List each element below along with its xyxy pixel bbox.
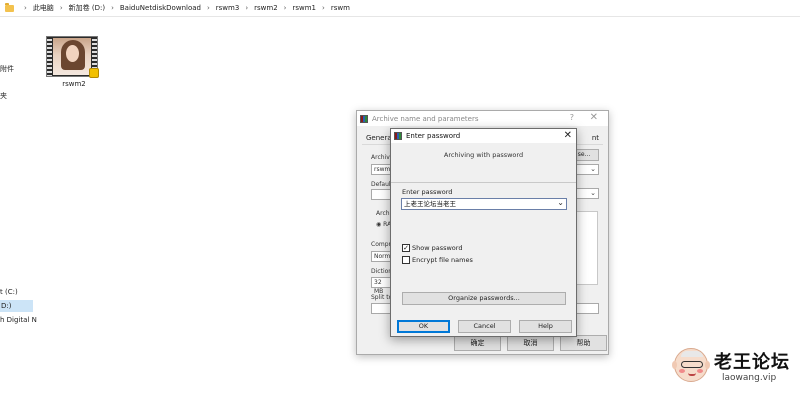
nav-item-drive-c[interactable]: t (C:) xyxy=(0,288,18,296)
folder-icon xyxy=(5,2,14,12)
close-icon[interactable]: ✕ xyxy=(564,129,572,143)
password-value: 上老王论坛当老王 xyxy=(404,200,456,208)
ok-button[interactable]: 确定 xyxy=(454,335,501,351)
password-label: Enter password xyxy=(402,188,453,196)
mascot-ear xyxy=(705,361,710,369)
chevron-down-icon: ⌄ xyxy=(590,165,596,173)
archive-badge-icon xyxy=(89,68,99,78)
chevron-right-icon[interactable]: › xyxy=(322,4,325,12)
ok-button[interactable]: OK xyxy=(397,320,450,333)
cancel-button[interactable]: Cancel xyxy=(458,320,511,333)
breadcrumb-item[interactable]: rswm2 xyxy=(254,4,278,12)
dialog-titlebar[interactable]: Archive name and parameters ? ✕ xyxy=(357,111,608,126)
mascot-logo-icon xyxy=(672,348,710,382)
mascot-cheek xyxy=(679,369,685,373)
chevron-right-icon[interactable]: › xyxy=(284,4,287,12)
chevron-right-icon[interactable]: › xyxy=(60,4,63,12)
encrypt-file-names-label: Encrypt file names xyxy=(412,256,473,264)
dialog-title: Enter password xyxy=(406,132,461,140)
chevron-right-icon[interactable]: › xyxy=(207,4,210,12)
mascot-glasses xyxy=(681,361,703,368)
dialog-title: Archive name and parameters xyxy=(372,114,479,123)
divider xyxy=(391,182,576,183)
enter-password-dialog: Enter password ✕ Archiving with password… xyxy=(390,128,577,337)
dialog-subtitle: Archiving with password xyxy=(443,151,524,159)
breadcrumb-item[interactable]: 此电脑 xyxy=(33,3,54,13)
chevron-right-icon[interactable]: › xyxy=(245,4,248,12)
breadcrumb: 此电脑 › 新加卷 (D:) › BaiduNetdiskDownload › … xyxy=(33,3,350,13)
chevron-right-icon: › xyxy=(24,4,27,12)
file-item[interactable]: rswm2 xyxy=(46,36,102,88)
watermark-url: laowang.vip xyxy=(722,373,777,383)
breadcrumb-item[interactable]: rswm1 xyxy=(292,4,316,12)
watermark-title: 老王论坛 xyxy=(714,352,790,373)
winrar-icon xyxy=(394,132,402,140)
checkbox-checked-icon: ✓ xyxy=(402,244,410,252)
mascot-cheek xyxy=(697,369,703,373)
chevron-down-icon[interactable]: ⌄ xyxy=(557,198,564,207)
help-icon[interactable]: ? xyxy=(570,113,574,122)
encrypt-file-names-checkbox[interactable]: Encrypt file names xyxy=(402,256,473,264)
mascot-ear xyxy=(672,361,677,369)
watermark: 老王论坛 laowang.vip xyxy=(672,348,792,386)
format-radio-rar[interactable]: ◉ RA xyxy=(376,221,391,228)
video-thumbnail xyxy=(46,36,99,78)
nav-item-digital-drive[interactable]: h Digital N xyxy=(0,316,37,324)
thumbnail-face xyxy=(66,45,79,62)
dialog-body: Archiving with password Enter password 上… xyxy=(391,143,576,336)
file-name: rswm2 xyxy=(62,80,86,88)
thumbnail-photo xyxy=(53,38,91,75)
breadcrumb-item[interactable]: rswm xyxy=(331,4,350,12)
help-button[interactable]: 帮助 xyxy=(560,335,607,351)
breadcrumb-item[interactable]: 新加卷 (D:) xyxy=(69,3,105,13)
password-input[interactable]: 上老王论坛当老王 ⌄ xyxy=(401,198,567,210)
nav-item-drive-d[interactable]: D:) xyxy=(0,300,33,312)
tab-comment[interactable]: nt xyxy=(588,129,603,144)
chevron-right-icon[interactable]: › xyxy=(111,4,114,12)
breadcrumb-item[interactable]: rswm3 xyxy=(216,4,240,12)
show-password-checkbox[interactable]: ✓ Show password xyxy=(402,244,462,252)
close-icon[interactable]: ✕ xyxy=(590,112,598,123)
mascot-hair xyxy=(681,351,703,357)
checkbox-unchecked-icon xyxy=(402,256,410,264)
cancel-button[interactable]: 取消 xyxy=(507,335,554,351)
default-profile-label: Defaul xyxy=(371,181,391,188)
address-bar[interactable]: › 此电脑 › 新加卷 (D:) › BaiduNetdiskDownload … xyxy=(0,0,800,17)
show-password-label: Show password xyxy=(412,244,463,252)
help-button[interactable]: Help xyxy=(519,320,572,333)
nav-item-folder[interactable]: 夹 xyxy=(0,91,7,101)
dialog-titlebar[interactable]: Enter password ✕ xyxy=(391,129,576,143)
mascot-mouth xyxy=(688,373,696,376)
film-strip-left xyxy=(47,37,52,76)
nav-item-attachments[interactable]: 附件 xyxy=(0,64,14,74)
winrar-icon xyxy=(360,114,368,123)
archive-name-label: Archiv xyxy=(371,154,390,161)
organize-passwords-button[interactable]: Organize passwords... xyxy=(402,292,566,305)
breadcrumb-item[interactable]: BaiduNetdiskDownload xyxy=(120,4,201,12)
chevron-down-icon: ⌄ xyxy=(590,189,596,197)
